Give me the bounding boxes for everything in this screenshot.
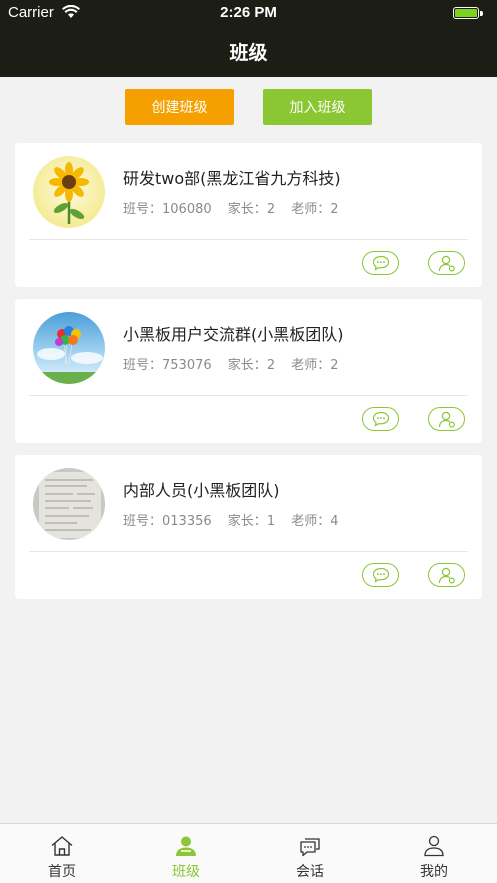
parents-value: 2 (266, 358, 276, 373)
battery-tip (480, 11, 483, 16)
member-icon (438, 567, 455, 584)
profile-icon (424, 835, 444, 857)
chat-button[interactable] (362, 407, 399, 431)
class-no: 班号：106080 (123, 202, 212, 217)
class-no-label: 班号： (123, 202, 163, 217)
class-no-value: 013356 (162, 514, 212, 529)
members-button[interactable] (428, 251, 465, 275)
parents-value: 2 (266, 202, 276, 217)
card-divider (29, 395, 468, 396)
tab-bar: 首页 班级 会话 我的 (0, 823, 497, 883)
class-icon (176, 836, 196, 856)
class-meta: 班号：753076 家长：2 老师：2 (123, 354, 351, 373)
parents-count: 家长：2 (228, 202, 275, 217)
create-class-button[interactable]: 创建班级 (125, 89, 234, 125)
teachers-label: 老师： (291, 202, 331, 217)
class-no: 班号：013356 (123, 514, 212, 529)
class-card[interactable]: 小黑板用户交流群(小黑板团队) 班号：753076 家长：2 老师：2 (15, 299, 482, 443)
teachers-value: 4 (330, 514, 339, 529)
chat-button[interactable] (362, 251, 399, 275)
tab-class[interactable]: 班级 (124, 824, 248, 883)
status-time: 2:26 PM (220, 4, 277, 21)
battery-icon (453, 7, 479, 19)
parents-count: 家长：1 (228, 514, 275, 529)
class-name: 小黑板用户交流群(小黑板团队) (123, 325, 344, 344)
join-class-button[interactable]: 加入班级 (263, 89, 372, 125)
card-divider (29, 239, 468, 240)
tab-profile-label: 我的 (420, 864, 448, 880)
parents-label: 家长： (227, 358, 267, 373)
class-name: 研发two部(黑龙江省九方科技) (123, 169, 341, 188)
parents-value: 1 (266, 514, 276, 529)
document-image (33, 468, 105, 540)
tab-home-label: 首页 (48, 864, 76, 880)
member-icon (438, 411, 455, 428)
action-bar: 创建班级 加入班级 (0, 89, 497, 125)
class-card[interactable]: 内部人员(小黑板团队) 班号：013356 家长：1 老师：4 (15, 455, 482, 599)
tab-chat-label: 会话 (296, 864, 324, 880)
class-meta: 班号：013356 家长：1 老师：4 (123, 510, 351, 529)
teachers-value: 2 (330, 358, 339, 373)
class-no-label: 班号： (123, 514, 163, 529)
teachers-count: 老师：2 (291, 202, 338, 217)
class-card[interactable]: 研发two部(黑龙江省九方科技) 班号：106080 家长：2 老师：2 (15, 143, 482, 287)
members-button[interactable] (428, 563, 465, 587)
member-icon (438, 255, 455, 272)
tab-profile[interactable]: 我的 (372, 824, 496, 883)
teachers-value: 2 (330, 202, 339, 217)
class-no-value: 753076 (162, 358, 212, 373)
page-title: 班级 (229, 42, 268, 64)
nav-bar: 班级 (0, 26, 497, 77)
teachers-count: 老师：2 (291, 358, 338, 373)
home-icon (51, 836, 73, 856)
parents-label: 家长： (227, 514, 267, 529)
card-divider (29, 551, 468, 552)
sunflower-image (33, 156, 105, 228)
class-no: 班号：753076 (123, 358, 212, 373)
chat-bubble-icon (372, 411, 390, 427)
class-meta: 班号：106080 家长：2 老师：2 (123, 198, 351, 217)
chat-bubble-icon (372, 255, 390, 271)
members-button[interactable] (428, 407, 465, 431)
chat-icon (300, 838, 320, 857)
tab-home[interactable]: 首页 (0, 824, 124, 883)
chat-button[interactable] (362, 563, 399, 587)
parents-label: 家长： (227, 202, 267, 217)
class-no-value: 106080 (162, 202, 212, 217)
balloons-image (33, 312, 105, 384)
teachers-count: 老师：4 (291, 514, 338, 529)
tab-class-label: 班级 (172, 864, 200, 880)
chat-bubble-icon (372, 567, 390, 583)
status-bar: Carrier 2:26 PM (0, 0, 497, 26)
tab-chat[interactable]: 会话 (248, 824, 372, 883)
parents-count: 家长：2 (228, 358, 275, 373)
teachers-label: 老师： (291, 514, 331, 529)
teachers-label: 老师： (291, 358, 331, 373)
class-no-label: 班号： (123, 358, 163, 373)
class-name: 内部人员(小黑板团队) (123, 481, 280, 500)
